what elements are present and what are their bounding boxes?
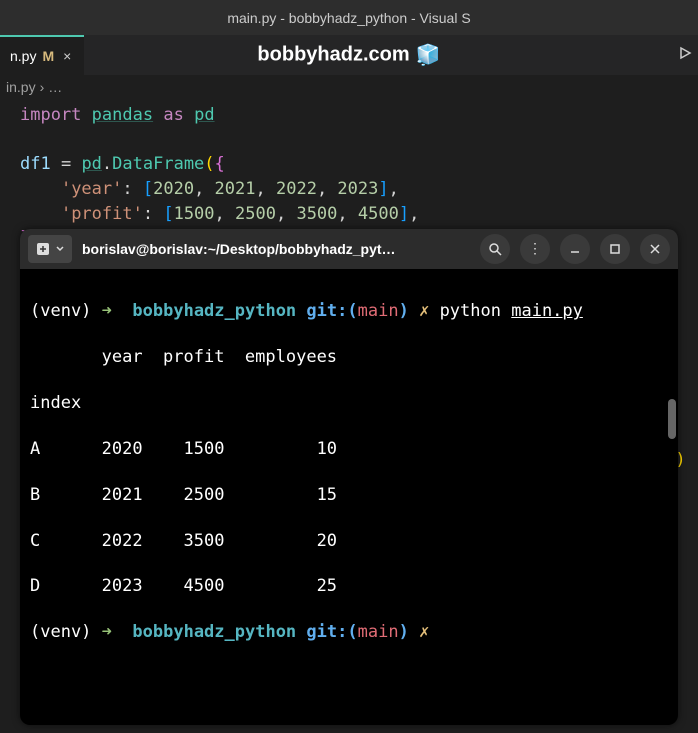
terminal-close-button[interactable] [640,234,670,264]
terminal-title: borislav@borislav:~/Desktop/bobbyhadz_py… [82,241,470,257]
code-line: import pandas as pd [20,103,678,128]
terminal-scrollbar[interactable] [668,399,676,439]
plus-box-icon [36,242,50,256]
site-label: bobbyhadz.com 🧊 [257,43,440,68]
tab-filename: n.py [10,48,36,64]
chevron-down-icon [56,245,64,253]
editor-tab-main[interactable]: n.py M × [0,35,84,75]
tab-bar: n.py M × bobbyhadz.com 🧊 [0,35,698,75]
window-title-bar: main.py - bobbyhadz_python - Visual S [0,0,698,35]
terminal-header: borislav@borislav:~/Desktop/bobbyhadz_py… [20,229,678,269]
search-icon [488,242,502,256]
terminal-panel: borislav@borislav:~/Desktop/bobbyhadz_py… [20,229,678,725]
code-line: df1 = pd.DataFrame({ [20,152,678,177]
terminal-minimize-button[interactable] [560,234,590,264]
maximize-icon [609,243,621,255]
terminal-body[interactable]: (venv) ➜ bobbyhadz_python git:(main) ✗ p… [20,269,678,725]
code-line: 'profit': [1500, 2500, 3500, 4500], [20,202,678,227]
kebab-icon: ⋮ [528,241,542,257]
breadcrumb-more: … [48,79,62,95]
breadcrumb[interactable]: in.py › … [0,75,698,99]
close-tab-icon[interactable]: × [60,48,74,64]
code-line: 'year': [2020, 2021, 2022, 2023], [20,177,678,202]
terminal-menu-button[interactable]: ⋮ [520,234,550,264]
modified-indicator: M [42,48,54,64]
breadcrumb-sep: › [40,79,45,95]
run-icon[interactable] [678,45,692,65]
cube-icon: 🧊 [416,43,441,68]
window-title: main.py - bobbyhadz_python - Visual S [227,10,470,26]
terminal-maximize-button[interactable] [600,234,630,264]
terminal-new-tab[interactable] [28,235,72,263]
breadcrumb-file: in.py [6,79,36,95]
close-icon [649,243,661,255]
minimize-icon [569,243,581,255]
terminal-search-button[interactable] [480,234,510,264]
